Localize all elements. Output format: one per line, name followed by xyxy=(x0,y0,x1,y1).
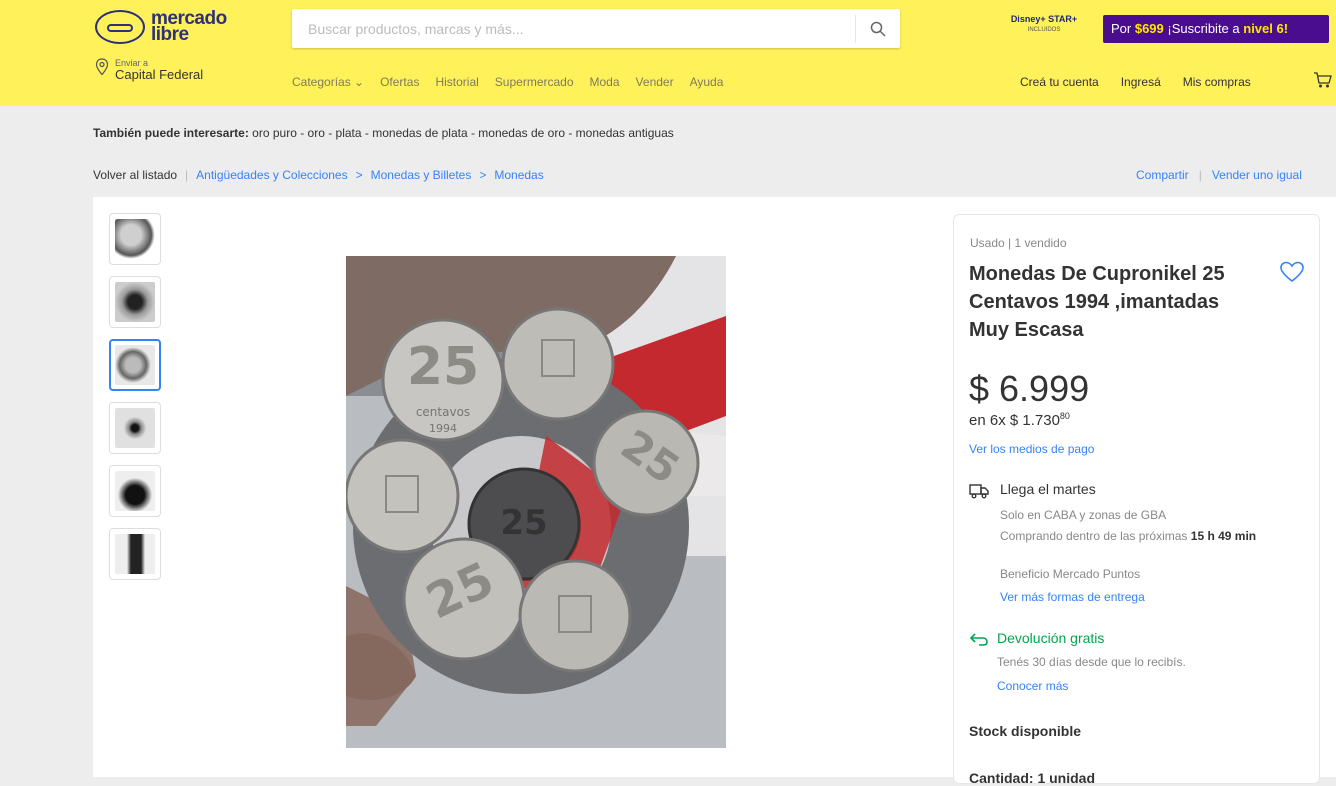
nav-moda[interactable]: Moda xyxy=(590,75,620,89)
thumbnail-6[interactable] xyxy=(109,528,161,580)
svg-text:25: 25 xyxy=(407,337,479,397)
nav-categorias[interactable]: Categorías ⌄ xyxy=(292,75,364,89)
quantity-selector[interactable]: Cantidad: 1 unidad xyxy=(969,770,1095,786)
handshake-icon xyxy=(95,10,145,44)
search-input[interactable] xyxy=(292,10,855,47)
return-learn-more-link[interactable]: Conocer más xyxy=(997,679,1068,693)
shipping-deadline: Comprando dentro de las próximas 15 h 49… xyxy=(1000,529,1257,543)
svg-text:25: 25 xyxy=(500,503,547,543)
more-shipping-options-link[interactable]: Ver más formas de entrega xyxy=(1000,590,1145,604)
thumbnail-5[interactable] xyxy=(109,465,161,517)
thumbnail-1[interactable] xyxy=(109,213,161,265)
my-purchases-link[interactable]: Mis compras xyxy=(1183,75,1251,89)
thumbnail-3-selected[interactable] xyxy=(109,339,161,391)
thumbnail-2[interactable] xyxy=(109,276,161,328)
top-header: mercado libre Disney+ STAR+ INCLUIDOS Po… xyxy=(0,0,1336,106)
location-pin-icon xyxy=(95,58,109,76)
share-divider: | xyxy=(1198,168,1202,182)
nav-ayuda[interactable]: Ayuda xyxy=(690,75,724,89)
nav-vender[interactable]: Vender xyxy=(636,75,674,89)
thumbnail-gallery xyxy=(109,213,161,580)
breadcrumb-monedas-billetes[interactable]: Monedas y Billetes xyxy=(371,168,472,182)
search-button[interactable] xyxy=(855,14,900,43)
related-searches-terms[interactable]: oro puro - oro - plata - monedas de plat… xyxy=(252,126,674,140)
related-searches: También puede interesarte: oro puro - or… xyxy=(93,126,674,140)
location-value: Capital Federal xyxy=(115,67,204,82)
shipping-area: Solo en CABA y zonas de GBA xyxy=(1000,508,1167,522)
product-main-image[interactable]: 25 centavos 1994 25 25 25 xyxy=(346,256,726,748)
related-searches-label: También puede interesarte: xyxy=(93,126,249,140)
return-period: Tenés 30 días desde que lo recibís. xyxy=(997,655,1186,669)
share-link[interactable]: Compartir xyxy=(1136,168,1189,182)
search-icon xyxy=(870,21,886,37)
mercado-puntos-benefit: Beneficio Mercado Puntos xyxy=(1000,567,1141,581)
share-actions: Compartir | Vender uno igual xyxy=(1136,168,1302,182)
delivery-location[interactable]: Enviar a Capital Federal xyxy=(95,58,203,82)
shipping-title: Llega el martes xyxy=(1000,481,1096,497)
svg-text:1994: 1994 xyxy=(429,422,457,435)
subscription-promo-banner[interactable]: Por $699 ¡Suscribite a nivel 6! xyxy=(1103,15,1329,43)
product-title: Monedas De Cupronikel 25 Centavos 1994 ,… xyxy=(969,263,1225,341)
search-bar xyxy=(292,9,900,48)
condition-sold-count: Usado | 1 vendido xyxy=(970,236,1067,250)
truck-icon xyxy=(969,484,989,499)
breadcrumb-monedas[interactable]: Monedas xyxy=(494,168,543,182)
nav-supermercado[interactable]: Supermercado xyxy=(495,75,574,89)
installments: en 6x $ 1.73080 xyxy=(969,411,1070,429)
product-info-card: Usado | 1 vendido Monedas De Cupronikel … xyxy=(953,214,1320,786)
sell-one-like-this-link[interactable]: Vender uno igual xyxy=(1212,168,1302,182)
product-price: $ 6.999 xyxy=(969,368,1090,409)
nav-historial[interactable]: Historial xyxy=(435,75,478,89)
breadcrumb-divider: | xyxy=(185,168,189,182)
breadcrumb-separator: > xyxy=(479,168,487,182)
back-to-listing-link[interactable]: Volver al listado xyxy=(93,168,177,182)
breadcrumb-separator: > xyxy=(355,168,363,182)
nav-ofertas[interactable]: Ofertas xyxy=(380,75,419,89)
main-nav: Categorías ⌄ Ofertas Historial Supermerc… xyxy=(292,75,723,89)
heart-icon[interactable] xyxy=(1280,261,1304,283)
disney-star-badge[interactable]: Disney+ STAR+ INCLUIDOS xyxy=(998,14,1090,46)
account-nav: Creá tu cuenta Ingresá Mis compras xyxy=(1020,75,1251,89)
svg-text:centavos: centavos xyxy=(416,405,470,419)
login-link[interactable]: Ingresá xyxy=(1121,75,1161,89)
thumbnail-4[interactable] xyxy=(109,402,161,454)
free-return-title: Devolución gratis xyxy=(997,630,1105,646)
payment-methods-link[interactable]: Ver los medios de pago xyxy=(969,442,1094,456)
breadcrumb-antiguedades[interactable]: Antigüedades y Colecciones xyxy=(196,168,347,182)
stock-status: Stock disponible xyxy=(969,723,1082,739)
logo-text: mercado libre xyxy=(151,8,227,45)
mercadolibre-logo[interactable]: mercado libre xyxy=(95,8,227,45)
cart-icon[interactable] xyxy=(1313,71,1333,89)
return-arrow-icon xyxy=(969,633,988,646)
breadcrumb: Volver al listado | Antigüedades y Colec… xyxy=(93,168,544,182)
create-account-link[interactable]: Creá tu cuenta xyxy=(1020,75,1099,89)
